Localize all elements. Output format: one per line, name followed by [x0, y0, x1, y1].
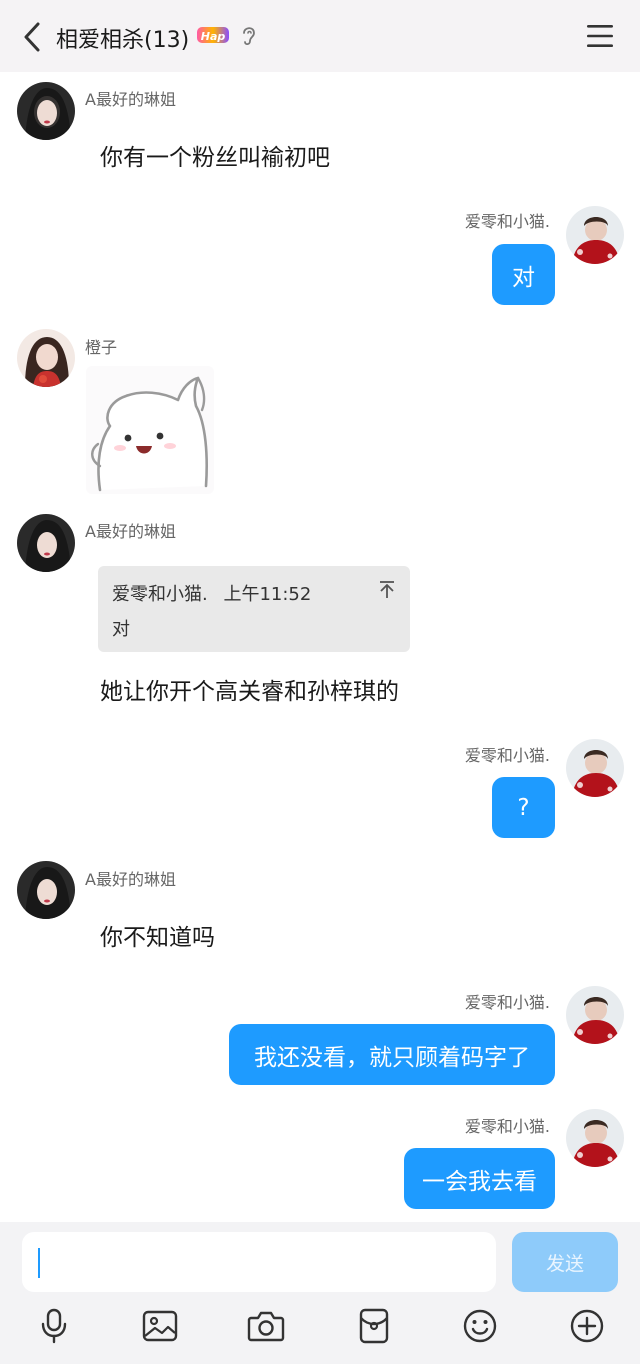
ear-icon[interactable] — [240, 24, 258, 48]
avatar[interactable] — [17, 861, 75, 919]
quote-author: 爱零和小猫. — [112, 584, 208, 605]
input-bar: 发送 — [0, 1222, 640, 1364]
sender-name: A最好的琳姐 — [85, 522, 176, 541]
sender-name: 爱零和小猫. — [464, 993, 550, 1012]
sender-name: A最好的琳姐 — [85, 870, 176, 889]
message-bubble[interactable]: 对 — [492, 244, 555, 305]
quote-text: 对 — [112, 619, 130, 640]
avatar[interactable] — [566, 986, 624, 1044]
sender-name: 橙子 — [85, 338, 118, 357]
image-icon[interactable] — [140, 1306, 180, 1346]
svg-text:Hap: Hap — [201, 30, 226, 43]
plus-icon[interactable] — [567, 1306, 607, 1346]
quote-time: 上午11:52 — [223, 584, 312, 605]
sticker-image[interactable] — [86, 366, 214, 494]
avatar[interactable] — [566, 1109, 624, 1167]
message-bubble[interactable]: 一会我去看 — [404, 1148, 555, 1209]
emoji-icon[interactable] — [460, 1306, 500, 1346]
chat-title[interactable]: 相爱相杀(13) — [56, 22, 189, 54]
sender-name: 爱零和小猫. — [464, 1117, 550, 1136]
chevron-left-icon — [24, 22, 40, 52]
microphone-icon[interactable] — [34, 1306, 74, 1346]
avatar[interactable] — [566, 739, 624, 797]
red-packet-icon[interactable] — [354, 1306, 394, 1346]
message-bubble[interactable]: ? — [492, 777, 555, 838]
message-bubble[interactable]: 我还没看，就只顾着码字了 — [229, 1024, 555, 1085]
sender-name: 爱零和小猫. — [464, 746, 550, 765]
camera-icon[interactable] — [246, 1306, 286, 1346]
message-text[interactable]: 她让你开个高关睿和孙梓琪的 — [100, 672, 399, 706]
jump-to-original-icon[interactable] — [378, 580, 396, 600]
message-list[interactable]: A最好的琳姐 你有一个粉丝叫褕初吧 爱零和小猫. 对 橙子 A最好的琳姐 爱零和… — [0, 72, 640, 1222]
menu-button[interactable] — [584, 22, 616, 50]
send-button[interactable]: 发送 — [512, 1232, 618, 1292]
sender-name: 爱零和小猫. — [464, 212, 550, 231]
chat-header: 相爱相杀(13) Hap — [0, 0, 640, 72]
avatar[interactable] — [17, 82, 75, 140]
back-button[interactable] — [18, 20, 46, 54]
group-badge-icon: Hap — [196, 25, 230, 45]
text-cursor — [38, 1248, 40, 1278]
avatar[interactable] — [566, 206, 624, 264]
quote-header: 爱零和小猫. 上午11:52 — [112, 580, 311, 606]
hamburger-icon — [587, 25, 613, 47]
avatar[interactable] — [17, 514, 75, 572]
message-text[interactable]: 你不知道吗 — [100, 918, 215, 952]
message-text[interactable]: 你有一个粉丝叫褕初吧 — [100, 138, 330, 172]
avatar[interactable] — [17, 329, 75, 387]
sender-name: A最好的琳姐 — [85, 90, 176, 109]
message-input[interactable] — [22, 1232, 496, 1292]
quoted-message[interactable]: 爱零和小猫. 上午11:52 对 — [98, 566, 410, 652]
